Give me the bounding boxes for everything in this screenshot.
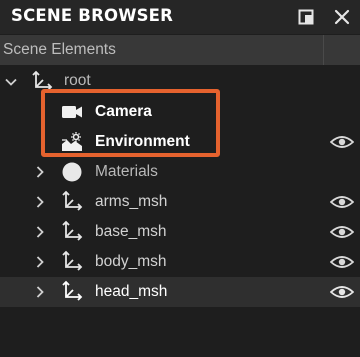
transform-axes-icon	[31, 70, 53, 92]
panel-title: SCENE BROWSER	[11, 6, 174, 25]
material-sphere-icon	[61, 161, 83, 183]
chevron-right-icon[interactable]	[34, 226, 46, 238]
transform-axes-icon	[61, 190, 83, 212]
tree-label-body-msh: body_msh	[95, 253, 167, 270]
eye-icon[interactable]	[330, 284, 354, 300]
maximize-icon[interactable]	[298, 9, 314, 25]
scene-tree: root Camera Environment Materials arms_m…	[0, 65, 360, 357]
eye-icon[interactable]	[330, 254, 354, 270]
tree-row-arms-msh[interactable]: arms_msh	[0, 187, 360, 217]
tree-label-environment: Environment	[95, 133, 190, 150]
camera-icon	[61, 101, 83, 123]
tree-label-arms-msh: arms_msh	[95, 193, 168, 210]
tree-label-camera: Camera	[95, 103, 152, 120]
tree-row-body-msh[interactable]: body_msh	[0, 247, 360, 277]
tree-label-root: root	[64, 72, 91, 89]
chevron-right-icon[interactable]	[34, 256, 46, 268]
panel-header: SCENE BROWSER	[0, 0, 360, 34]
chevron-right-icon[interactable]	[34, 286, 46, 298]
tree-row-head-msh[interactable]: head_msh	[0, 277, 360, 307]
tree-row-root[interactable]: root	[0, 67, 360, 97]
tree-label-materials: Materials	[95, 163, 158, 180]
tree-row-environment[interactable]: Environment	[0, 127, 360, 157]
tree-row-base-msh[interactable]: base_msh	[0, 217, 360, 247]
tree-row-materials[interactable]: Materials	[0, 157, 360, 187]
chevron-right-icon[interactable]	[34, 196, 46, 208]
tree-row-camera[interactable]: Camera	[0, 97, 360, 127]
eye-icon[interactable]	[330, 134, 354, 150]
scene-elements-header: Scene Elements	[0, 35, 360, 65]
transform-axes-icon	[61, 250, 83, 272]
tree-label-base-msh: base_msh	[95, 223, 167, 240]
transform-axes-icon	[61, 220, 83, 242]
chevron-down-icon[interactable]	[5, 76, 17, 88]
eye-icon[interactable]	[330, 224, 354, 240]
environment-icon	[61, 131, 83, 153]
section-title: Scene Elements	[3, 41, 116, 58]
close-icon[interactable]	[334, 9, 350, 25]
tree-label-head-msh: head_msh	[95, 283, 168, 300]
eye-icon[interactable]	[330, 194, 354, 210]
chevron-right-icon[interactable]	[34, 166, 46, 178]
column-divider[interactable]	[323, 35, 324, 65]
transform-axes-icon	[61, 280, 83, 302]
